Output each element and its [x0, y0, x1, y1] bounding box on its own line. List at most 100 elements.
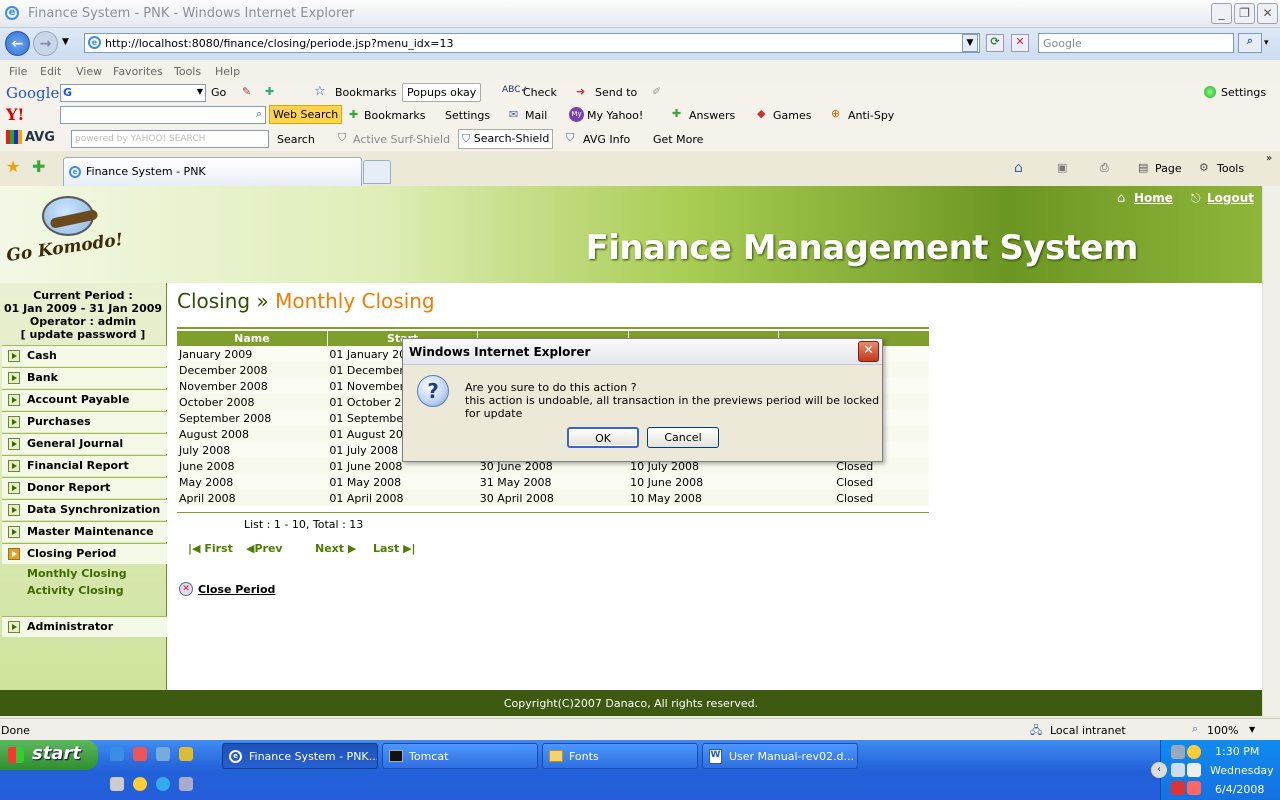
table-row[interactable]: April 2008 01 April 2008 30 April 2008 10 M… — [177, 490, 929, 506]
tray-network-icon[interactable] — [1171, 745, 1185, 759]
sidebar-item-general-journal[interactable]: General Journal — [2, 433, 167, 454]
pager-first-button[interactable]: |◀ First — [188, 542, 233, 555]
task-user-manual[interactable]: W User Manual-rev02.d... — [702, 743, 858, 769]
get-more-button[interactable]: Get More — [653, 133, 703, 146]
pager-last-button[interactable]: Last ▶| — [373, 542, 416, 555]
games-button[interactable]: Games — [773, 109, 811, 122]
pencil-icon[interactable]: ✐ — [652, 85, 661, 98]
avg-search-input[interactable]: powered by YAHOO! SEARCH — [71, 130, 269, 148]
forward-button[interactable]: → — [33, 31, 58, 56]
task-finance-system[interactable]: e Finance System - PNK... — [222, 743, 378, 769]
tray-expand-icon[interactable]: ‹ — [1151, 762, 1167, 778]
tray-display-icon[interactable] — [1171, 763, 1185, 777]
yahoo-search-input[interactable]: ⌕ — [60, 106, 266, 124]
quicklaunch-network-icon[interactable] — [179, 777, 193, 791]
task-tomcat[interactable]: Tomcat — [382, 743, 538, 769]
page-scrollbar[interactable] — [1262, 186, 1280, 716]
search-icon[interactable]: ⌕ — [1238, 33, 1262, 53]
tools-menu-button[interactable]: Tools — [1217, 162, 1244, 175]
google-bookmarks-button[interactable]: Bookmarks — [335, 86, 396, 99]
puzzle-icon[interactable]: ✚ — [265, 85, 274, 98]
zoom-dropdown-icon[interactable]: ▼ — [1249, 725, 1255, 734]
ok-button[interactable]: OK — [567, 427, 639, 448]
tray-messenger-icon[interactable] — [1187, 745, 1201, 759]
sidebar-item-donor-report[interactable]: Donor Report — [2, 477, 167, 498]
refresh-icon[interactable]: ⟳ — [986, 34, 1004, 52]
sidebar-item-closing-period[interactable]: Closing Period — [2, 543, 167, 564]
menu-file[interactable]: File — [9, 65, 27, 78]
favorites-star-icon[interactable]: ★ — [6, 157, 20, 176]
back-button[interactable]: ← — [5, 31, 30, 56]
add-favorites-icon[interactable]: ✚ — [32, 157, 45, 176]
zoom-level[interactable]: 100% — [1207, 724, 1238, 737]
table-row[interactable]: May 2008 01 May 2008 31 May 2008 10 June 20… — [177, 474, 929, 490]
print-icon[interactable]: ⎙ — [1100, 161, 1109, 175]
answers-button[interactable]: Answers — [689, 109, 735, 122]
avg-search-button[interactable]: Search — [277, 133, 315, 146]
sidebar-subitem-activity-closing[interactable]: Activity Closing — [27, 584, 124, 597]
sidebar-item-purchases[interactable]: Purchases — [2, 411, 167, 432]
dialog-close-button[interactable]: ✕ — [858, 341, 879, 362]
close-period-link[interactable]: Close Period — [198, 583, 275, 596]
mail-button[interactable]: Mail — [525, 109, 547, 122]
tab-finance-system[interactable]: e Finance System - PNK — [63, 157, 362, 186]
chevron-more-icon[interactable]: » — [1266, 153, 1272, 164]
history-dropdown-icon[interactable]: ▼ — [62, 37, 69, 47]
web-search-button[interactable]: Web Search — [269, 105, 343, 124]
start-button[interactable]: start — [0, 740, 98, 770]
menu-help[interactable]: Help — [215, 65, 240, 78]
menu-tools[interactable]: Tools — [174, 65, 201, 78]
sidebar-item-account-payable[interactable]: Account Payable — [2, 389, 167, 410]
maximize-button[interactable]: ❐ — [1234, 3, 1255, 24]
new-tab-button[interactable] — [363, 160, 391, 184]
menu-view[interactable]: View — [76, 65, 102, 78]
minimize-button[interactable]: _ — [1211, 3, 1232, 24]
search-shield-button[interactable]: ⛉ Search-Shield — [458, 129, 554, 149]
task-fonts[interactable]: Fonts — [542, 743, 698, 769]
google-search-input[interactable]: G ▼ — [60, 84, 206, 102]
update-password-link[interactable]: [ update password ] — [0, 328, 166, 341]
tray-avg-icon[interactable] — [1171, 781, 1185, 795]
search-options-icon[interactable]: ▾ — [1264, 38, 1269, 48]
url-dropdown-icon[interactable]: ▼ — [962, 34, 978, 52]
my-yahoo-button[interactable]: My Yahoo! — [587, 109, 643, 122]
google-settings-button[interactable]: Settings — [1221, 86, 1266, 99]
sidebar-item-financial-report[interactable]: Financial Report — [2, 455, 167, 476]
sidebar-item-master-maintenance[interactable]: Master Maintenance — [2, 521, 167, 542]
yahoo-settings-button[interactable]: Settings — [445, 109, 490, 122]
page-menu-button[interactable]: Page — [1155, 162, 1182, 175]
close-window-button[interactable]: ✕ — [1257, 3, 1278, 24]
cancel-button[interactable]: Cancel — [647, 427, 719, 448]
search-box[interactable]: Google — [1038, 33, 1234, 53]
menu-edit[interactable]: Edit — [40, 65, 61, 78]
google-go-button[interactable]: Go — [211, 86, 226, 99]
quicklaunch-browser-icon[interactable] — [133, 747, 147, 761]
quicklaunch-ie-icon[interactable] — [110, 747, 124, 761]
sidebar-item-administrator[interactable]: Administrator — [2, 616, 167, 637]
sidebar-item-bank[interactable]: Bank — [2, 367, 167, 388]
quicklaunch-tool-icon[interactable] — [179, 747, 193, 761]
send-to-button[interactable]: Send to — [595, 86, 637, 99]
pager-next-button[interactable]: Next ▶ — [315, 542, 356, 555]
quicklaunch-media-icon[interactable] — [110, 777, 124, 791]
sidebar-item-data-synchronization[interactable]: Data Synchronization — [2, 499, 167, 520]
quicklaunch-search-icon[interactable] — [156, 777, 170, 791]
sidebar-item-cash[interactable]: Cash — [2, 345, 167, 366]
anti-spy-button[interactable]: Anti-Spy — [848, 109, 894, 122]
sidebar-subitem-monthly-closing[interactable]: Monthly Closing — [27, 567, 127, 580]
popups-okay-button[interactable]: Popups okay — [402, 83, 482, 102]
google-dropdown-icon[interactable]: ▼ — [197, 87, 203, 96]
stop-icon[interactable]: ✕ — [1011, 34, 1029, 52]
quicklaunch-app-icon[interactable] — [156, 747, 170, 761]
avg-info-button[interactable]: AVG Info — [583, 133, 630, 146]
home-link[interactable]: Home — [1134, 191, 1173, 205]
tray-device-icon[interactable] — [1187, 763, 1201, 777]
menu-favorites[interactable]: Favorites — [113, 65, 163, 78]
tray-sync-icon[interactable] — [1187, 781, 1201, 795]
pager-prev-button[interactable]: ◀Prev — [246, 542, 283, 555]
logout-link[interactable]: Logout — [1207, 191, 1254, 205]
url-input[interactable]: http://localhost:8080/finance/closing/pe… — [84, 33, 980, 53]
quicklaunch-messenger-icon[interactable] — [133, 777, 147, 791]
check-button[interactable]: Check — [523, 86, 557, 99]
yahoo-bookmarks-button[interactable]: Bookmarks — [364, 109, 425, 122]
